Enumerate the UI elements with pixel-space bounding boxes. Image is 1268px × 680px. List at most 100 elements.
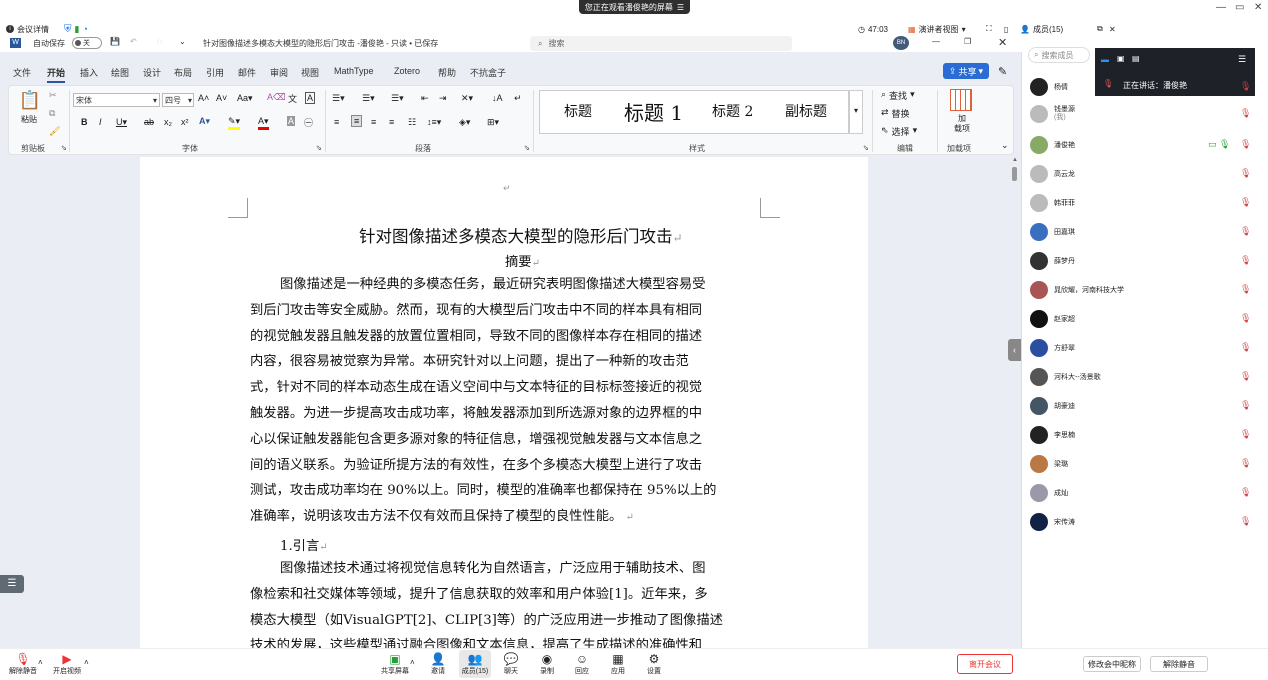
tab-help[interactable]: 帮助 (438, 66, 456, 79)
maximize-icon[interactable]: ▭ (1235, 2, 1244, 13)
font-color-icon[interactable]: A▾ (258, 116, 269, 130)
mic-off-icon[interactable]: 🎙 (1240, 197, 1251, 208)
camera-icon[interactable]: ▭ 🎙 (1208, 139, 1230, 150)
member-search-input[interactable]: ⌕ 搜索成员 (1028, 47, 1090, 63)
char-border-icon[interactable]: A (305, 92, 316, 104)
reaction-button[interactable]: ☺ 回应 (567, 652, 597, 676)
mic-off-icon[interactable]: 🎙 (1240, 284, 1251, 295)
member-row[interactable]: 李思楠 (1030, 424, 1075, 446)
bold-icon[interactable]: B (81, 117, 88, 127)
apps-button[interactable]: ▦ 应用 (603, 652, 633, 676)
document-scrollbar[interactable]: ▲ (1012, 157, 1018, 647)
tab-zotero[interactable]: Zotero (394, 66, 420, 76)
view-mode-dropdown[interactable]: ▦ 演讲者视图 ▾ (908, 22, 966, 36)
shading-icon[interactable]: ◈▾ (459, 117, 470, 128)
underline-icon[interactable]: U▾ (116, 117, 127, 128)
abstract-paragraph[interactable]: 图像描述是一种经典的多模态任务，最近研究表明图像描述大模型容易受 到后门攻击等安… (250, 272, 755, 531)
superscript-icon[interactable]: x² (181, 117, 189, 127)
user-avatar[interactable]: BN (893, 36, 909, 50)
align-left-icon[interactable]: ≡ (334, 117, 339, 127)
justify-icon[interactable]: ≡ (389, 117, 394, 127)
cut-icon[interactable]: ✂ (49, 90, 57, 101)
style-heading-1[interactable]: 标题 1 (624, 97, 683, 126)
launcher-icon[interactable]: ⬂ (863, 144, 869, 152)
mic-off-icon[interactable]: 🎙 (1240, 458, 1251, 469)
change-case-icon[interactable]: Aa▾ (237, 93, 253, 104)
line-spacing-icon[interactable]: ↕≡▾ (427, 117, 441, 128)
addins-icon[interactable] (950, 89, 972, 111)
align-center-icon[interactable]: ≡ (351, 115, 363, 127)
font-size-select[interactable]: 四号 ▾ (162, 93, 194, 107)
outline-toggle-icon[interactable]: ☰ (0, 575, 24, 593)
member-row[interactable]: 田嘉琪 (1030, 221, 1075, 243)
layout-icon[interactable]: ▯ (1004, 22, 1008, 36)
share-screen-button[interactable]: ▣ 共享屏幕 (380, 652, 410, 676)
select-button[interactable]: ⇖ 选择 ▾ (881, 125, 917, 138)
borders-icon[interactable]: ⊞▾ (487, 117, 499, 128)
tab-review[interactable]: 审阅 (270, 66, 288, 79)
mic-off-icon[interactable]: 🎙 (1240, 255, 1251, 266)
highlight-icon[interactable]: ✎▾ (228, 116, 241, 130)
member-row[interactable]: 钱墨源 (我) (1030, 103, 1075, 125)
mic-off-icon[interactable]: 🎙 (1240, 429, 1251, 440)
autosave-toggle[interactable]: 关 (72, 37, 102, 49)
mic-off-icon[interactable]: 🎙 (1240, 226, 1251, 237)
intro-heading[interactable]: 1.引言↵ (280, 535, 328, 554)
distributed-icon[interactable]: ☷ (408, 117, 416, 128)
chevron-up-icon[interactable]: ˄ (410, 658, 415, 667)
chevron-up-icon[interactable]: ˄ (84, 658, 89, 667)
phonetic-icon[interactable]: 文 (288, 92, 297, 105)
chevron-up-icon[interactable]: ˄ (38, 658, 43, 667)
customize-icon[interactable]: ⌄ (179, 37, 186, 46)
mic-off-icon[interactable]: 🎙 (1240, 108, 1251, 119)
scrollbar-thumb[interactable] (1012, 167, 1017, 181)
member-row[interactable]: 成灿 (1030, 482, 1068, 504)
share-button[interactable]: ⇪ 共享 ▾ (943, 63, 989, 79)
member-row[interactable]: 晁欣耀，河南科技大学 (1030, 279, 1124, 301)
document-title[interactable]: 针对图像描述多模态大模型的隐形后门攻击 -潘俊艳 - 只读 • 已保存 (203, 38, 438, 49)
style-subtitle[interactable]: 副标题 (785, 101, 827, 121)
meeting-details-button[interactable]: i 会议详情 (6, 22, 49, 36)
char-shading-icon[interactable]: A (287, 116, 296, 126)
member-row[interactable]: 宋传涛 (1030, 511, 1075, 533)
fullscreen-icon[interactable]: ⛶ (986, 22, 992, 36)
word-restore-icon[interactable]: ❐ (964, 37, 971, 46)
tab-mathtype[interactable]: MathType (334, 66, 374, 76)
sort-icon[interactable]: ↓A (492, 93, 503, 103)
format-painter-icon[interactable]: 🖌 (49, 126, 60, 137)
find-button[interactable]: ⌕ 查找 ▾ (881, 89, 915, 102)
mic-off-icon[interactable]: 🎙 (1240, 313, 1251, 324)
member-row[interactable]: 赵家超 (1030, 308, 1075, 330)
member-row[interactable]: 梁璐 (1030, 453, 1068, 475)
style-heading-2[interactable]: 标题 2 (712, 101, 753, 121)
copy-icon[interactable]: ⧉ (49, 108, 55, 119)
close-panel-icon[interactable]: ✕ (1109, 22, 1116, 36)
enclosed-char-icon[interactable]: ㊀ (304, 116, 313, 129)
strikethrough-icon[interactable]: ab (144, 117, 154, 127)
members-button[interactable]: 👥 成员(15) (460, 652, 490, 676)
shield-icon[interactable]: ⛨ ▮ ◔ (64, 22, 88, 36)
rename-button[interactable]: 修改会中昵称 (1083, 656, 1141, 672)
bullets-icon[interactable]: ☰▾ (332, 93, 345, 104)
share-banner[interactable]: 您正在观看潘俊艳的屏幕 ☰ (579, 0, 690, 14)
speaker-video-tile[interactable]: ▬ ▣ ▤ ☰ 🎙 正在讲话：潘俊艳 (1095, 48, 1255, 96)
word-minimize-icon[interactable]: — (932, 37, 940, 46)
collapse-panel-icon[interactable]: ‹ (1008, 339, 1021, 361)
minimize-icon[interactable]: — (1216, 2, 1226, 13)
shrink-font-icon[interactable]: A˅ (216, 93, 227, 103)
grow-font-icon[interactable]: A˄ (198, 93, 209, 103)
intro-paragraph[interactable]: 图像描述技术通过将视觉信息转化为自然语言，广泛应用于辅助技术、图 像检索和社交媒… (250, 556, 755, 648)
record-button[interactable]: ◉ 录制 (532, 652, 562, 676)
members-header[interactable]: 👤 成员(15) (1020, 22, 1063, 36)
tab-insert[interactable]: 插入 (80, 66, 98, 79)
mic-off-icon[interactable]: 🎙 (1240, 371, 1251, 382)
launcher-icon[interactable]: ⬂ (61, 144, 67, 152)
collapse-ribbon-icon[interactable]: ⌄ (1001, 140, 1009, 151)
member-row[interactable]: 杨倩 (1030, 76, 1068, 98)
grid-icon[interactable]: ▤ (1132, 54, 1140, 63)
video-button[interactable]: ▶ 开启视频 (52, 652, 82, 676)
invite-button[interactable]: 👤 邀请 (423, 652, 453, 676)
style-heading[interactable]: 标题 (564, 101, 592, 121)
increase-indent-icon[interactable]: ⇥ (439, 93, 447, 104)
asian-layout-icon[interactable]: ✕▾ (461, 93, 473, 104)
